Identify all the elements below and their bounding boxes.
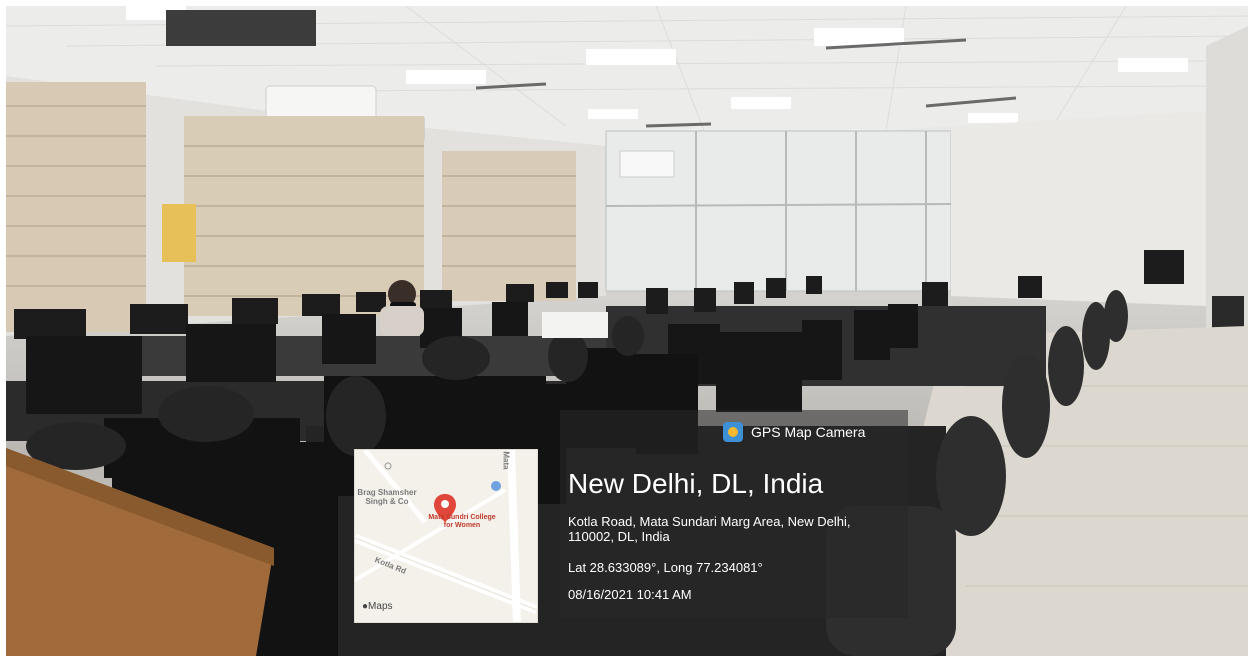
map-label-nearby: Brag Shamsher Singh & Co [357,488,417,506]
location-title: New Delhi, DL, India [568,468,824,499]
map-label-side-road: Mata [501,451,511,470]
gps-map-camera-icon [723,422,743,442]
classroom-photo [6,6,1248,656]
maps-logo: ●Maps [362,601,393,612]
minimap-roads [355,450,537,622]
brand-label: GPS Map Camera [751,424,866,440]
lat-long-readout: Lat 28.633089°, Long 77.234081° [568,560,763,575]
location-address: Kotla Road, Mata Sundari Marg Area, New … [568,514,851,544]
location-minimap[interactable] [354,449,538,623]
capture-datetime: 08/16/2021 10:41 AM [568,587,692,602]
map-label-poi: Mata Sundri College for Women [428,514,496,529]
gps-map-camera-brand: GPS Map Camera [723,421,893,443]
